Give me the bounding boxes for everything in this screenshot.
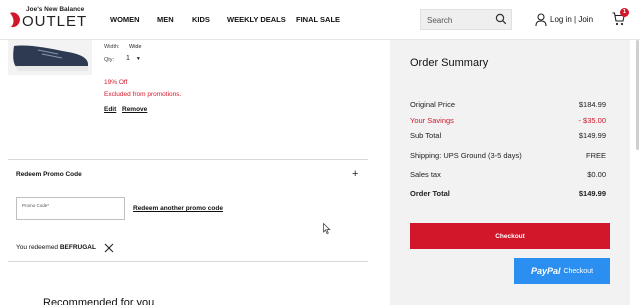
edit-link[interactable]: Edit bbox=[104, 106, 116, 113]
cart-count-badge: 1 bbox=[620, 8, 629, 17]
redeem-another-link[interactable]: Redeem another promo code bbox=[133, 205, 223, 212]
close-icon[interactable] bbox=[104, 243, 114, 253]
logo-top-text: Joe's New Balance bbox=[26, 6, 85, 13]
shipping-label: Shipping: UPS Ground (3-5 days) bbox=[410, 151, 522, 160]
subtotal-value: $149.99 bbox=[578, 131, 606, 140]
mouse-cursor-icon bbox=[323, 223, 331, 234]
search-input[interactable] bbox=[421, 11, 491, 30]
page-scrollbar[interactable] bbox=[636, 40, 639, 150]
login-separator: | bbox=[574, 15, 577, 24]
qty-select[interactable]: 1 ▼ bbox=[126, 55, 141, 62]
search-box bbox=[420, 9, 512, 30]
paypal-checkout-button[interactable]: PayPal Checkout bbox=[514, 258, 610, 284]
savings-label: Your Savings bbox=[410, 116, 454, 125]
savings-value: - $35.00 bbox=[578, 116, 606, 125]
original-price-label: Original Price bbox=[410, 100, 456, 109]
order-summary-title: Order Summary bbox=[410, 57, 489, 69]
redeemed-label: You redeemed bbox=[16, 244, 59, 251]
qty-label: Qty: bbox=[104, 57, 115, 63]
sales-tax-value: $0.00 bbox=[587, 170, 606, 179]
chevron-down-icon: ▼ bbox=[135, 56, 141, 62]
nav-women[interactable]: WOMEN bbox=[110, 15, 140, 24]
login-join: Log in | Join bbox=[550, 15, 593, 24]
nav-kids[interactable]: KIDS bbox=[192, 15, 210, 24]
join-link[interactable]: Join bbox=[578, 15, 593, 24]
expand-plus-icon[interactable]: + bbox=[352, 168, 358, 180]
login-link[interactable]: Log in bbox=[550, 15, 572, 24]
promo-code-field[interactable]: Promo Code* bbox=[16, 197, 125, 220]
redeemed-code: BEFRUGAL bbox=[59, 244, 96, 251]
checkout-button[interactable]: Checkout bbox=[410, 223, 610, 249]
original-price-value: $184.99 bbox=[578, 100, 606, 109]
width-label: Width: bbox=[104, 44, 120, 50]
divider bbox=[8, 159, 368, 160]
recommended-title: Recommended for you bbox=[43, 297, 155, 305]
redeemed-text: You redeemed BEFRUGAL bbox=[16, 244, 96, 251]
user-icon[interactable] bbox=[535, 13, 547, 27]
shoe-image bbox=[13, 45, 88, 71]
width-value: Wide bbox=[129, 44, 142, 50]
nav-weekly-deals[interactable]: WEEKLY DEALS bbox=[227, 15, 286, 24]
order-total-label: Order Total bbox=[410, 189, 450, 198]
subtotal-label: Sub Total bbox=[410, 131, 442, 140]
promo-title[interactable]: Redeem Promo Code bbox=[16, 171, 82, 178]
promo-placeholder-text: Promo Code bbox=[22, 203, 48, 208]
discount-text: 19% Off bbox=[104, 79, 128, 86]
logo-shoe-icon bbox=[10, 12, 20, 28]
nav-men[interactable]: MEN bbox=[157, 15, 174, 24]
excluded-text: Excluded from promotions. bbox=[104, 91, 182, 98]
paypal-logo: PayPal bbox=[530, 266, 561, 276]
site-logo[interactable]: Joe's New Balance OUTLET bbox=[8, 6, 88, 34]
site-header: Joe's New Balance OUTLET WOMEN MEN KIDS … bbox=[0, 0, 640, 40]
order-total-value: $149.99 bbox=[578, 189, 606, 198]
remove-link[interactable]: Remove bbox=[122, 106, 147, 113]
divider bbox=[8, 261, 368, 262]
nav-final-sale[interactable]: FINAL SALE bbox=[296, 15, 340, 24]
logo-bottom-text: OUTLET bbox=[22, 13, 88, 30]
qty-value: 1 bbox=[126, 55, 130, 62]
promo-code-placeholder: Promo Code* bbox=[22, 203, 49, 208]
sales-tax-label: Sales tax bbox=[410, 170, 441, 179]
paypal-checkout-label: Checkout bbox=[563, 267, 594, 275]
required-mark: * bbox=[47, 203, 50, 208]
search-icon[interactable] bbox=[495, 13, 507, 25]
shipping-value: FREE bbox=[585, 151, 606, 160]
product-thumbnail[interactable] bbox=[8, 40, 92, 75]
